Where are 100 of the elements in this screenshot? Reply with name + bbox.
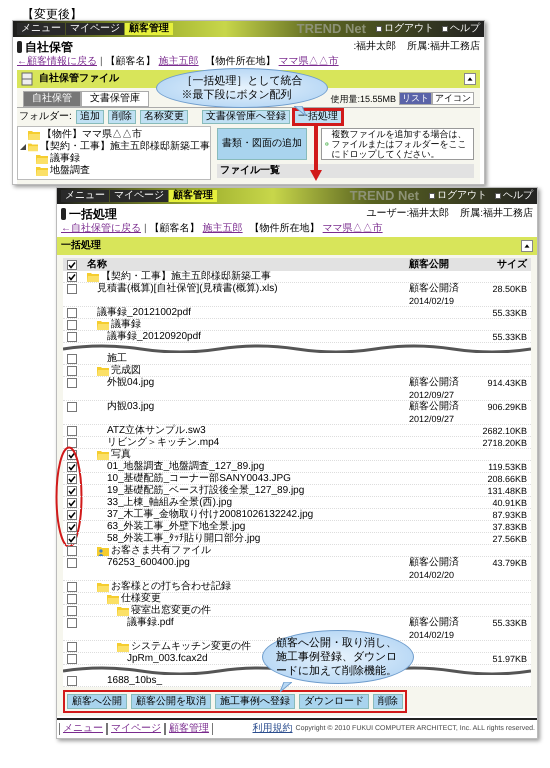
folder-button[interactable]: 名称変更 [140,110,188,124]
expanded-caret-icon[interactable] [20,144,26,150]
page-marker-icon [17,41,22,53]
customer-link[interactable]: 施主五郎 [158,56,199,68]
brand-logo: TREND Net [296,22,366,36]
footer-link[interactable]: 顧客管理 [165,723,213,735]
checkbox[interactable] [67,426,77,436]
file-name: 写真 [111,449,131,460]
drop-hint: 複数ファイルを追加する場合は、ファイルまたはフォルダーをここにドロップしてください。 [332,129,468,159]
checkbox[interactable] [67,522,77,532]
checkbox[interactable] [67,606,77,616]
tab[interactable]: 自社保管 [23,91,81,107]
checkbox[interactable] [67,618,77,628]
checkbox[interactable] [67,582,77,592]
tree-item[interactable]: 【物件】ママ県△△市 [42,129,142,141]
checkbox[interactable] [67,642,77,652]
checkbox[interactable] [67,320,77,330]
file-name: システムキッチン変更の件 [131,641,251,653]
location-link[interactable]: ママ県△△市 [322,223,383,235]
checkbox[interactable] [67,676,77,686]
checkbox[interactable] [67,332,77,342]
collapse-icon[interactable] [464,73,476,85]
folder-button[interactable]: 削除 [108,110,136,124]
action-button[interactable]: 文書保管庫へ登録 [202,110,290,124]
file-name: 63_外装工事_外壁下地全景.jpg [107,521,246,532]
checkbox[interactable] [67,474,77,484]
tab[interactable]: 文書保管庫 [81,91,149,107]
checkbox[interactable] [67,354,77,364]
collapse-icon[interactable] [521,240,533,252]
add-documents-button[interactable]: 書類・図面の追加 [217,128,307,160]
nav-tab[interactable]: メニュー [61,190,109,202]
checkbox[interactable] [67,558,77,568]
separator-text: | [144,223,147,235]
public-date: 2014/02/20 [409,569,456,581]
file-name: 議事録 [111,319,141,330]
nav-tab[interactable]: マイページ [66,23,124,35]
down-arrow [310,126,322,182]
checkbox[interactable] [67,308,77,318]
customer-link[interactable]: 施主五郎 [202,223,243,235]
checkbox[interactable] [67,486,77,496]
file-size: 55.33KB [492,331,527,343]
checkbox[interactable] [67,272,77,282]
file-name: お客様との打ち合わせ記録 [111,581,231,592]
checkbox[interactable] [67,534,77,544]
back-link[interactable]: ←自社保管に戻る [61,223,141,235]
page-title: 自社保管 [25,40,73,54]
header-link[interactable]: ログアウト [376,23,434,35]
header-link[interactable]: ログアウト [429,190,487,202]
file-size: 906.29KB [487,401,527,413]
view-toggle[interactable]: リスト [399,92,432,105]
separator-text: | [100,56,103,68]
file-size: 40.91KB [492,497,527,509]
callout-text: ［一括処理］として統合 ※最下段にボタン配列 [182,74,302,102]
checkbox[interactable] [67,402,77,412]
bulk-action-button[interactable]: 施工事例へ登録 [215,694,295,709]
checkbox[interactable] [67,546,77,556]
footer-link[interactable]: メニュー [59,723,107,735]
bulk-action-button[interactable]: ダウンロード [299,694,369,709]
nav-tab[interactable]: 顧客管理 [125,23,173,35]
shared-folder-icon [97,546,109,556]
folder-button[interactable]: 追加 [76,110,104,124]
file-name: 寝室出窓変更の件 [131,605,211,616]
file-name: 76253_600400.jpg [107,557,190,569]
folder-icon [97,320,109,330]
checkbox[interactable] [67,284,77,294]
footer-link[interactable]: マイページ [107,723,165,735]
terms-link[interactable]: 利用規約 [252,723,293,735]
bulk-action-button[interactable]: 顧客公開を取消 [131,694,211,709]
checkbox[interactable] [67,438,77,448]
checkbox[interactable] [67,378,77,388]
back-link[interactable]: ←顧客情報に戻る [17,56,97,68]
file-name: 施工 [107,353,127,364]
header-link[interactable]: ヘルプ [495,190,533,202]
bulk-action-button[interactable]: 顧客へ公開 [67,694,127,709]
page-marker-icon [61,208,66,220]
file-name: 1688_10bs_ [107,675,162,687]
nav-tab[interactable]: 顧客管理 [169,190,217,202]
view-toggle[interactable]: アイコン [432,92,474,105]
drop-zone[interactable]: 複数ファイルを追加する場合は、ファイルまたはフォルダーをここにドロップしてください。 [321,128,474,160]
nav-tab[interactable]: メニュー [17,23,65,35]
file-name: 内観03.jpg [107,401,154,413]
customer-label: 【顧客名】 [150,223,200,235]
header-link[interactable]: ヘルプ [442,23,480,35]
checkbox[interactable] [67,594,77,604]
file-size: 28.50KB [492,283,527,295]
checkbox[interactable] [67,654,77,664]
location-link[interactable]: ママ県△△市 [278,56,339,68]
nav-tab[interactable]: マイページ [110,190,168,202]
tree-item[interactable]: 地盤調査 [50,165,90,177]
checkbox[interactable] [67,366,77,376]
file-size: 51.97KB [492,653,527,665]
affiliation-text: 所属:福井工務店 [460,208,533,220]
tree-item[interactable]: 議事録 [50,153,80,165]
tree-item[interactable]: 【契約・工事】施主五郎様邸新築工事 [40,141,210,153]
checkbox[interactable] [67,510,77,520]
bulk-action-button[interactable]: 削除 [373,694,403,709]
checkbox[interactable] [67,462,77,472]
checkbox[interactable] [67,498,77,508]
folder-icon [97,366,109,376]
checkbox[interactable] [67,260,77,270]
